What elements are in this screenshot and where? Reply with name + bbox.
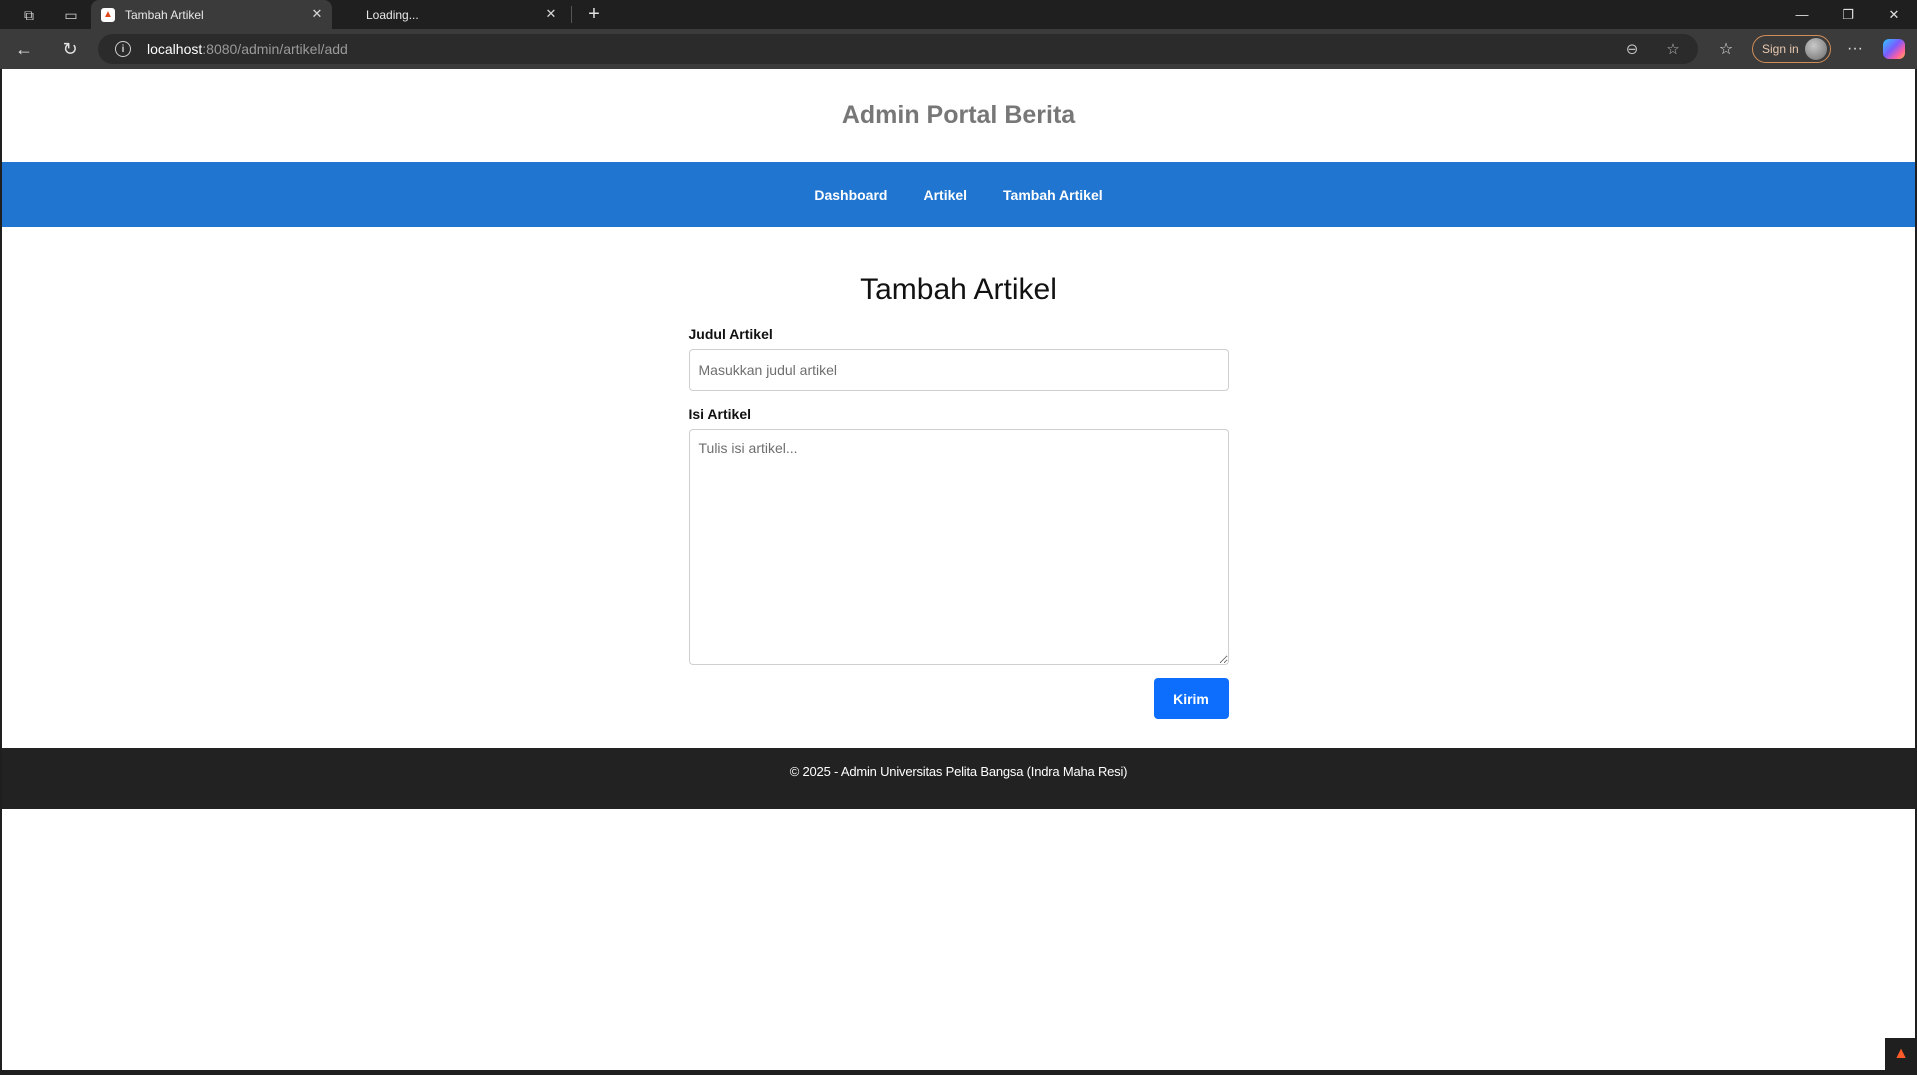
close-window-icon[interactable]: ✕: [1871, 0, 1917, 29]
tab-actions-icon[interactable]: ▭: [56, 2, 86, 28]
nav-link-artikel[interactable]: Artikel: [923, 187, 967, 203]
flame-icon: ▲: [101, 7, 115, 22]
address-bar[interactable]: i localhost:8080/admin/artikel/add ⊖ ☆: [98, 34, 1698, 64]
url-text: localhost:8080/admin/artikel/add: [147, 41, 348, 57]
sign-in-button[interactable]: Sign in: [1752, 35, 1831, 63]
nav-link-tambah-artikel[interactable]: Tambah Artikel: [1003, 187, 1103, 203]
workspaces-icon[interactable]: ⧉: [14, 2, 44, 28]
avatar: [1805, 38, 1827, 60]
browser-tab-active[interactable]: ▲ Tambah Artikel ✕: [91, 0, 332, 29]
back-arrow-icon[interactable]: ←: [10, 35, 38, 63]
new-tab-plus-icon[interactable]: +: [582, 2, 606, 26]
site-title: Admin Portal Berita: [841, 100, 1076, 129]
content-textarea[interactable]: [688, 429, 1229, 665]
copilot-icon[interactable]: [1883, 39, 1905, 59]
title-field-label: Judul Artikel: [688, 326, 773, 342]
title-input[interactable]: [688, 349, 1229, 391]
zoom-out-icon[interactable]: ⊖: [1620, 34, 1644, 64]
close-tab-icon[interactable]: ✕: [310, 7, 324, 21]
restore-icon[interactable]: ❐: [1825, 0, 1871, 29]
main-nav: Dashboard Artikel Tambah Artikel: [2, 162, 1915, 227]
site-header: Admin Portal Berita: [2, 69, 1915, 162]
page-viewport: Admin Portal Berita Dashboard Artikel Ta…: [2, 69, 1915, 1070]
favorite-star-icon[interactable]: ☆: [1661, 34, 1685, 64]
site-footer: © 2025 - Admin Universitas Pelita Bangsa…: [2, 748, 1915, 809]
footer-copyright: © 2025 - Admin Universitas Pelita Bangsa…: [789, 764, 1128, 779]
site-info-icon[interactable]: i: [115, 41, 131, 57]
browser-tab-loading[interactable]: Loading... ✕: [356, 0, 566, 29]
form-container: Tambah Artikel Judul Artikel Isi Artikel…: [688, 227, 1229, 748]
browser-tab-bar: ⧉ ▭ ▲ Tambah Artikel ✕ Loading... ✕ + — …: [0, 0, 1917, 29]
reload-icon[interactable]: ↻: [56, 35, 84, 63]
tab-title: Tambah Artikel: [125, 7, 204, 22]
tab-title: Loading...: [366, 7, 419, 22]
form-actions: Kirim: [689, 678, 1229, 719]
close-tab-icon[interactable]: ✕: [544, 7, 558, 21]
page-title: Tambah Artikel: [860, 273, 1057, 306]
more-options-icon[interactable]: ···: [1841, 35, 1869, 63]
tab-separator: [571, 6, 572, 23]
submit-button[interactable]: Kirim: [1153, 678, 1229, 719]
nav-link-dashboard[interactable]: Dashboard: [814, 187, 887, 203]
content-field-label: Isi Artikel: [688, 406, 752, 422]
window-bottom-border: [0, 1070, 1917, 1075]
favorites-icon[interactable]: ☆: [1712, 35, 1740, 63]
flame-icon[interactable]: ▲: [1885, 1038, 1917, 1070]
minimize-icon[interactable]: —: [1779, 0, 1825, 29]
browser-toolbar: ← ↻ i localhost:8080/admin/artikel/add ⊖…: [0, 29, 1917, 69]
